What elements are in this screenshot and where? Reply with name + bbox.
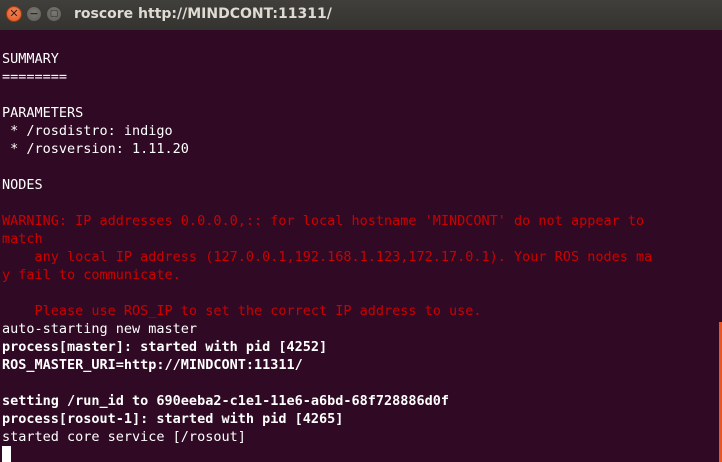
terminal-output[interactable]: SUMMARY ======== PARAMETERS * /rosdistro: … xyxy=(0,30,722,462)
terminal-lines: SUMMARY ======== PARAMETERS * /rosdistro: … xyxy=(2,50,718,462)
maximize-icon: ▢ xyxy=(49,9,59,19)
terminal-line: * /rosdistro: indigo xyxy=(2,123,173,139)
terminal-line: process[rosout-1]: started with pid [426… xyxy=(2,411,344,427)
title-bar[interactable]: ✕ − ▢ roscore http://MINDCONT:11311/ xyxy=(0,0,722,30)
terminal-line: y fail to communicate. xyxy=(2,267,181,283)
terminal-line: WARNING: IP addresses 0.0.0.0,:: for loc… xyxy=(2,213,645,229)
terminal-line: process[master]: started with pid [4252] xyxy=(2,339,328,355)
close-icon: ✕ xyxy=(9,7,19,20)
terminal-line: started core service [/rosout] xyxy=(2,429,246,445)
close-button[interactable]: ✕ xyxy=(6,6,22,22)
minimize-button[interactable]: − xyxy=(26,6,42,22)
minimize-icon: − xyxy=(29,7,39,20)
terminal-line: * /rosversion: 1.11.20 xyxy=(2,141,189,157)
terminal-line: setting /run_id to 690eeba2-c1e1-11e6-a6… xyxy=(2,393,450,409)
terminal-window: ✕ − ▢ roscore http://MINDCONT:11311/ SUM… xyxy=(0,0,722,462)
window-title: roscore http://MINDCONT:11311/ xyxy=(74,6,332,22)
terminal-line: SUMMARY xyxy=(2,51,59,67)
terminal-line: Please use ROS_IP to set the correct IP … xyxy=(2,303,482,319)
terminal-line: NODES xyxy=(2,177,43,193)
terminal-line: auto-starting new master xyxy=(2,321,198,337)
terminal-line: ROS_MASTER_URI=http://MINDCONT:11311/ xyxy=(2,357,303,373)
terminal-line: match xyxy=(2,231,43,247)
maximize-button[interactable]: ▢ xyxy=(46,6,62,22)
prompt-line xyxy=(2,446,718,462)
terminal-line: any local IP address (127.0.0.1,192.168.… xyxy=(2,249,653,265)
cursor-block xyxy=(2,446,11,462)
terminal-line: ======== xyxy=(2,69,68,85)
terminal-line: PARAMETERS xyxy=(2,105,84,121)
